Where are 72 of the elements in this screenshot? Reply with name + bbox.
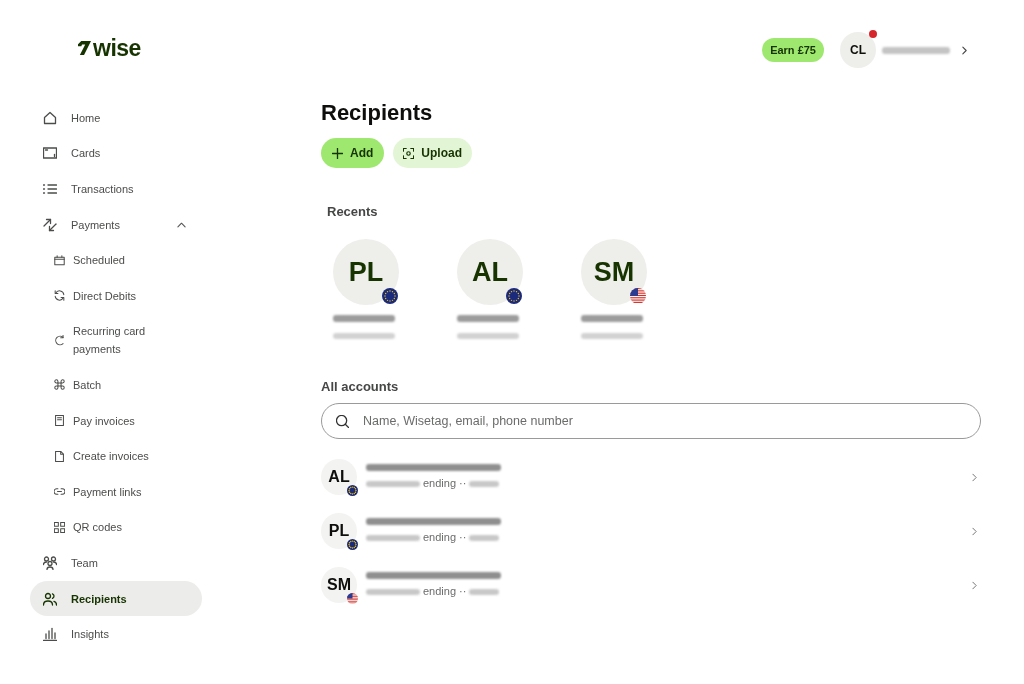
blurred-text [366, 480, 420, 487]
blurred-text [469, 480, 500, 487]
blurred-text [469, 534, 500, 541]
calendar-icon [54, 254, 65, 266]
eu-flag-icon [506, 288, 522, 304]
blurred-text [366, 534, 420, 541]
nav-item[interactable]: Direct Debits [30, 277, 202, 314]
recipient-avatar[interactable]: AL [457, 239, 523, 305]
logo-mark-icon [78, 41, 91, 55]
team-icon [43, 555, 57, 570]
eu-flag-icon [347, 485, 358, 496]
plus-icon [332, 147, 343, 159]
search-field[interactable]: Name, Wisetag, email, phone number [321, 403, 981, 439]
nav-item[interactable]: Insights [30, 616, 202, 652]
account-detail: ending ·· [423, 585, 467, 598]
blurred-text [581, 333, 643, 339]
blurred-text [457, 333, 519, 339]
bar-chart-icon [43, 627, 57, 642]
link-icon [54, 486, 65, 498]
arrows-icon [43, 217, 57, 232]
nav-item[interactable]: Payments [30, 206, 202, 243]
blurred-text [882, 46, 950, 54]
blurred-text [581, 315, 643, 322]
account-detail: ending ·· [423, 477, 467, 490]
qr-code-icon [54, 521, 65, 533]
recipient-avatar[interactable]: AL [321, 459, 357, 495]
page-title: Recipients [321, 100, 433, 126]
nav-item[interactable]: Recurring card payments [30, 313, 202, 368]
blurred-text [469, 588, 500, 595]
section-heading: All accounts [321, 379, 399, 395]
command-icon [54, 379, 65, 391]
chevron-right-icon[interactable] [962, 45, 967, 55]
nav-item[interactable]: Cards [30, 135, 202, 172]
home-icon [43, 110, 57, 125]
nav-item[interactable]: QR codes [30, 509, 202, 546]
account-avatar[interactable]: CL [840, 32, 876, 68]
blurred-text [333, 315, 395, 322]
refresh-icon [54, 290, 65, 302]
section-heading: Recents [327, 204, 378, 220]
receipt-icon [54, 415, 65, 427]
recipient-avatar[interactable]: PL [321, 513, 357, 549]
list-icon [43, 182, 57, 196]
scan-icon [403, 147, 415, 159]
eu-flag-icon [382, 288, 398, 304]
blurred-text [457, 315, 519, 322]
blurred-text [333, 333, 395, 339]
card-icon [43, 146, 57, 161]
us-flag-icon [630, 288, 646, 304]
recipient-avatar[interactable]: PL [333, 239, 399, 305]
upload-button[interactable]: Upload [393, 138, 472, 168]
recipient-avatar[interactable]: SM [321, 567, 357, 603]
document-icon [54, 450, 65, 462]
recipient-avatar[interactable]: SM [581, 239, 647, 305]
nav-item[interactable]: Team [30, 545, 202, 581]
nav-item[interactable]: Home [30, 100, 202, 136]
eu-flag-icon [347, 539, 358, 550]
search-icon [336, 414, 349, 428]
arc-arrow-icon [54, 334, 65, 346]
nav-item[interactable]: Transactions [30, 171, 202, 207]
nav-item[interactable]: Create invoices [30, 438, 202, 474]
blurred-text [366, 588, 420, 595]
account-detail: ending ·· [423, 531, 467, 544]
add-button[interactable]: Add [321, 138, 385, 168]
nav-item[interactable]: Pay invoices [30, 402, 202, 439]
nav-item[interactable]: Recipients [30, 580, 202, 617]
nav-item[interactable]: Payment links [30, 473, 202, 510]
us-flag-icon [347, 593, 358, 604]
logo-wordmark: wise [93, 35, 141, 61]
earn-button[interactable]: Earn £75 [762, 38, 824, 62]
people-icon [43, 591, 57, 606]
nav-item[interactable]: Scheduled [30, 242, 202, 278]
nav-item[interactable]: Batch [30, 367, 202, 403]
